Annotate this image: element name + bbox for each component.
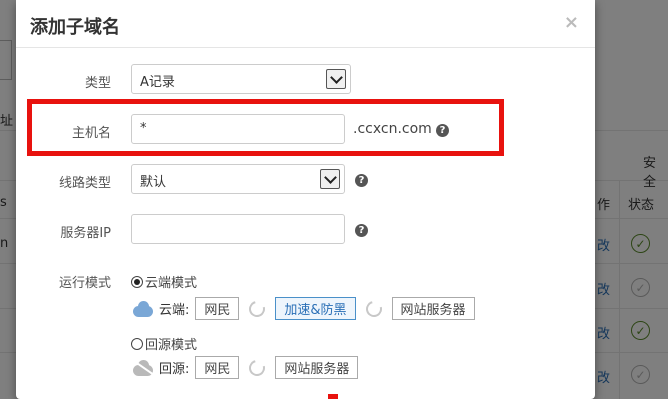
- chevron-down-icon: [320, 169, 340, 189]
- cloud-mode-label: 云端模式: [145, 276, 198, 291]
- add-subdomain-dialog: 添加子域名 × 类型 A记录 主机名 * .ccxcn.com ? 线路类型 默…: [16, 0, 595, 399]
- dialog-title: 添加子域名: [30, 17, 120, 38]
- dialog-header: 添加子域名 ×: [16, 0, 595, 48]
- line-type-select[interactable]: 默认: [131, 164, 345, 194]
- radio-unchecked-icon: [131, 337, 143, 350]
- annotation-mark: [328, 394, 338, 399]
- cloud-flow: 云端: 网民 加速&防黑 网站服务器: [131, 297, 475, 320]
- origin-flow: 回源: 网民 网站服务器: [131, 356, 359, 379]
- type-select-value: A记录: [140, 75, 175, 90]
- flow-step-netizen: 网民: [195, 297, 240, 320]
- run-mode-label: 运行模式: [58, 276, 111, 291]
- help-icon[interactable]: ?: [355, 224, 368, 237]
- refresh-icon: [362, 297, 385, 320]
- flow-step-accelerate: 加速&防黑: [275, 297, 356, 320]
- server-ip-label: 服务器IP: [60, 226, 111, 241]
- close-icon[interactable]: ×: [564, 12, 579, 33]
- origin-flow-label: 回源:: [159, 362, 190, 377]
- server-ip-input[interactable]: [131, 214, 345, 244]
- refresh-icon: [246, 356, 269, 379]
- type-label: 类型: [84, 76, 111, 91]
- help-icon[interactable]: ?: [355, 174, 368, 187]
- origin-mode-radio[interactable]: 回源模式: [131, 334, 197, 353]
- cloud-icon: [131, 300, 155, 318]
- flow-step-netizen: 网民: [195, 356, 240, 379]
- origin-mode-label: 回源模式: [145, 338, 198, 353]
- flow-step-server: 网站服务器: [275, 356, 359, 379]
- line-type-label: 线路类型: [58, 176, 111, 191]
- cloud-off-icon: [131, 359, 156, 377]
- radio-checked-icon: [131, 275, 143, 288]
- cloud-mode-radio[interactable]: 云端模式: [131, 272, 197, 291]
- type-select[interactable]: A记录: [131, 64, 351, 94]
- line-type-select-value: 默认: [140, 175, 167, 190]
- chevron-down-icon: [326, 69, 346, 89]
- cloud-flow-label: 云端:: [159, 303, 190, 318]
- refresh-icon: [246, 297, 269, 320]
- highlight-annotation: [27, 99, 504, 156]
- flow-step-server: 网站服务器: [391, 297, 475, 320]
